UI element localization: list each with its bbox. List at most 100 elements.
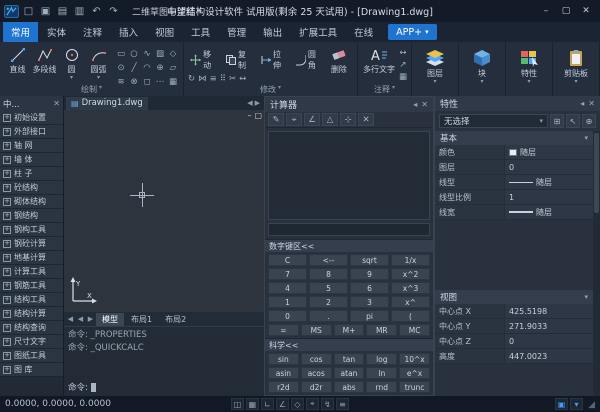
workspace-dropdown[interactable]: 二维草图与注释 ▾ <box>127 4 207 19</box>
polyline-button[interactable]: 多段线 <box>31 45 58 75</box>
list-item[interactable]: +结构查询 <box>0 321 63 335</box>
grid-toggle-icon[interactable]: ▦ <box>246 398 259 410</box>
calc-key[interactable]: sin <box>268 353 299 365</box>
close-icon[interactable]: ✕ <box>588 99 595 108</box>
maximize-button[interactable]: ▢ <box>556 3 576 19</box>
list-item[interactable]: +轴 网 <box>0 139 63 153</box>
draw-group-label[interactable]: 绘制 ▾ <box>0 84 183 95</box>
drawing-tab[interactable]: ▤ Drawing1.dwg <box>66 97 148 110</box>
calc-key[interactable]: 6 <box>350 282 389 294</box>
list-item[interactable]: +钢构工具 <box>0 223 63 237</box>
list-item[interactable]: +柱 子 <box>0 167 63 181</box>
properties-button[interactable]: 特性 ▾ <box>510 45 548 84</box>
close-button[interactable]: ✕ <box>576 3 596 19</box>
extend-icon[interactable]: ↔ <box>239 74 246 84</box>
move-button[interactable]: 移动 <box>188 48 220 72</box>
quickcalc-header[interactable]: 计算器 ◂ ✕ <box>265 97 433 112</box>
tab-layout2[interactable]: 布局2 <box>159 313 192 326</box>
numpad-section-header[interactable]: 数字键区<< <box>265 239 433 252</box>
new-file-icon[interactable]: □ <box>21 4 36 19</box>
calc-history-area[interactable] <box>268 131 430 220</box>
annotate-group-label[interactable]: 注释 ▾ <box>358 84 411 95</box>
tab-output[interactable]: 输出 <box>255 22 290 42</box>
rotate-icon[interactable]: ↻ <box>188 74 195 84</box>
clear-icon[interactable]: ✕ <box>358 113 374 126</box>
calc-key[interactable]: x^3 <box>391 282 430 294</box>
list-item[interactable]: +初始设置 <box>0 111 63 125</box>
tab-express[interactable]: 扩展工具 <box>291 22 345 42</box>
calc-key[interactable]: 1/x <box>391 254 430 266</box>
child-minimize-icon[interactable]: – <box>247 111 251 120</box>
table-icon[interactable]: ▦ <box>399 72 407 82</box>
calc-key[interactable]: 5 <box>309 282 348 294</box>
calc-key[interactable]: log <box>366 353 397 365</box>
command-window[interactable]: 命令: _PROPERTIES 命令: _QUICKCALC 命令: <box>64 326 264 396</box>
list-item[interactable]: +计算工具 <box>0 265 63 279</box>
list-item[interactable]: +钢筋工具 <box>0 279 63 293</box>
section-view[interactable]: 视图 ▾ <box>435 290 593 304</box>
intersection-icon[interactable]: ⊹ <box>340 113 356 126</box>
list-item[interactable]: +钢砼计算 <box>0 237 63 251</box>
calc-key[interactable]: MR <box>366 324 397 336</box>
clipboard-button[interactable]: 剪贴板 ▾ <box>557 45 595 84</box>
angle-icon[interactable]: ∠ <box>304 113 320 126</box>
calc-key[interactable]: abs <box>334 381 365 393</box>
calc-key[interactable]: 7 <box>268 268 307 280</box>
layout-next-icon[interactable]: ▶ <box>86 315 95 323</box>
ellipse-icon[interactable]: ○ <box>128 47 140 60</box>
calc-key[interactable]: d2r <box>301 381 332 393</box>
app-logo-icon[interactable] <box>4 4 19 19</box>
calc-input-box[interactable] <box>268 223 430 236</box>
autohide-icon[interactable]: ◂ <box>413 100 417 109</box>
tab-manage[interactable]: 管理 <box>219 22 254 42</box>
calc-key[interactable]: r2d <box>268 381 299 393</box>
fillet-button[interactable]: 圆角 <box>293 48 325 72</box>
calc-key[interactable]: 0 <box>268 310 307 322</box>
region-icon[interactable]: ▱ <box>167 61 179 74</box>
point-icon[interactable]: ⊕ <box>154 61 166 74</box>
save-icon[interactable]: ▤ <box>55 4 70 19</box>
scrollbar-thumb[interactable] <box>594 133 599 213</box>
calc-key[interactable]: e^x <box>399 367 430 379</box>
property-row-linetype[interactable]: 线型 随层 <box>435 175 593 190</box>
tab-model[interactable]: 模型 <box>96 313 124 326</box>
tab-insert[interactable]: 插入 <box>111 22 146 42</box>
calc-key[interactable]: = <box>268 324 299 336</box>
calc-key[interactable]: pi <box>350 310 389 322</box>
child-restore-icon[interactable]: ▢ <box>254 111 262 120</box>
tab-view[interactable]: 视图 <box>147 22 182 42</box>
arc3p-icon[interactable]: ◠ <box>141 61 153 74</box>
resize-grip-icon[interactable]: ◢ <box>585 398 595 410</box>
command-prompt[interactable]: 命令: <box>68 381 96 393</box>
ray-icon[interactable]: ╱ <box>128 61 140 74</box>
toggle-pickadd-icon[interactable]: ⊕ <box>582 114 596 128</box>
tab-online[interactable]: 在线 <box>346 22 381 42</box>
list-item[interactable]: +墙 体 <box>0 153 63 167</box>
list-item[interactable]: +地基计算 <box>0 251 63 265</box>
properties-header[interactable]: 特性 ◂ ✕ <box>435 96 600 111</box>
property-row-center-z[interactable]: 中心点 Z 0 <box>435 334 593 349</box>
calc-key[interactable]: 8 <box>309 268 348 280</box>
calc-key[interactable]: 2 <box>309 296 348 308</box>
calc-key[interactable]: atan <box>334 367 365 379</box>
list-item[interactable]: +外部接口 <box>0 125 63 139</box>
property-row-ltscale[interactable]: 线型比例 1 <box>435 190 593 205</box>
lineweight-toggle-icon[interactable]: ≡ <box>336 398 349 410</box>
calc-key[interactable]: 9 <box>350 268 389 280</box>
trim-icon[interactable]: ✂ <box>229 74 236 84</box>
arc-button[interactable]: 圆弧 ▾ <box>85 45 112 80</box>
mtext-button[interactable]: A 多行文字 <box>362 45 396 75</box>
calc-key[interactable]: C <box>268 254 307 266</box>
calc-key[interactable]: 1 <box>268 296 307 308</box>
leader-icon[interactable]: ↗ <box>399 60 407 70</box>
plot-icon[interactable]: ▥ <box>72 4 87 19</box>
get-coordinates-icon[interactable]: ⌖ <box>286 113 302 126</box>
redo-icon[interactable]: ↷ <box>106 4 121 19</box>
donut-icon[interactable]: ⊙ <box>115 61 127 74</box>
otrack-toggle-icon[interactable]: ⌖ <box>306 398 319 410</box>
calc-key[interactable]: <-- <box>309 254 348 266</box>
rectangle-icon[interactable]: ▭ <box>115 47 127 60</box>
polygon-icon[interactable]: ◇ <box>167 47 179 60</box>
layout-first-icon[interactable]: ◀ <box>66 315 75 323</box>
calc-key[interactable]: tan <box>334 353 365 365</box>
